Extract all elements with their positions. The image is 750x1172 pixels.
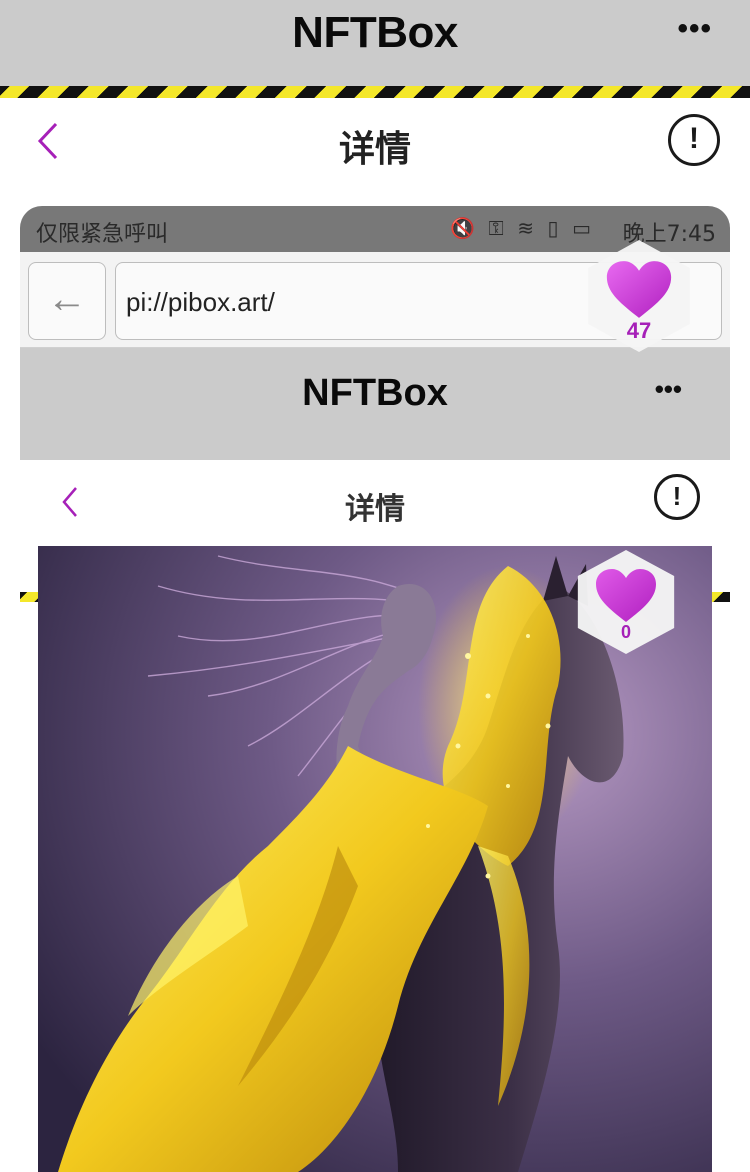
embedded-screenshot: 仅限紧急呼叫 🔇 ⚿ ≋ ▯ ▭ 晚上7:45 ← pi://pibox.art… (20, 206, 730, 1172)
page-title: 详情 (338, 129, 411, 170)
inner-app-bar: NFTBox ••• (20, 348, 730, 602)
heart-icon (596, 569, 656, 622)
inner-detail-nav: 详情 ! (20, 460, 730, 544)
app-bar: NFTBox ••• (0, 0, 750, 98)
inner-page-title: 详情 (345, 492, 405, 527)
app-title: NFTBox (292, 8, 458, 57)
browser-back-button[interactable]: ← (28, 262, 106, 340)
more-menu-icon[interactable]: ••• (677, 12, 712, 46)
hazard-stripe (0, 86, 750, 98)
inner-info-icon[interactable]: ! (654, 474, 700, 520)
inner-more-menu-icon[interactable]: ••• (655, 374, 682, 405)
url-text: pi://pibox.art/ (126, 287, 275, 317)
heart-icon (606, 261, 672, 318)
info-icon[interactable]: ! (668, 114, 720, 166)
status-bar: 仅限紧急呼叫 🔇 ⚿ ≋ ▯ ▭ 晚上7:45 (20, 206, 730, 252)
detail-nav: 详情 ! (0, 98, 750, 188)
inner-app-title: NFTBox (302, 372, 448, 414)
status-left-text: 仅限紧急呼叫 (36, 222, 169, 247)
status-icons: 🔇 ⚿ ≋ ▯ ▭ (450, 218, 596, 240)
